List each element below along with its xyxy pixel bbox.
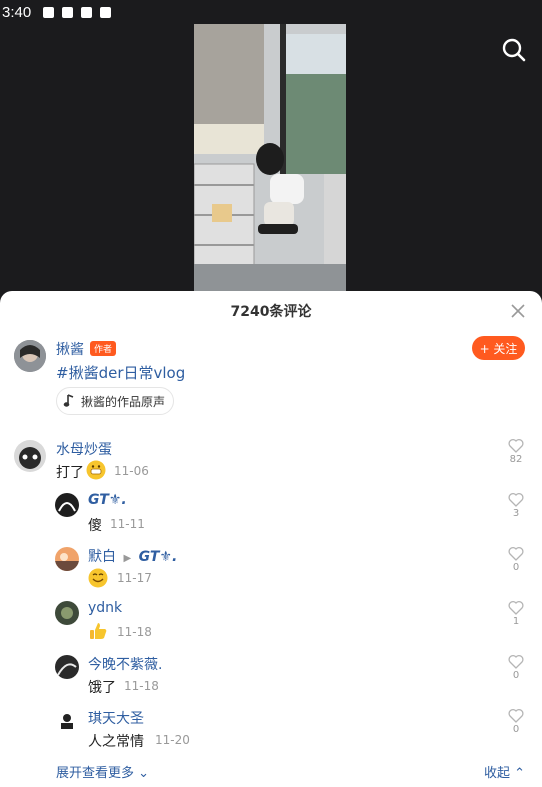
commenter-avatar[interactable] [14,440,46,472]
like-count: 0 [512,724,520,735]
reply-like-button[interactable]: 0 [502,708,530,735]
reply-username[interactable]: ydnk [88,600,122,616]
collapse-link[interactable]: 收起 ⌃ [484,762,525,781]
folder-icon [81,6,93,18]
close-icon[interactable] [508,301,528,321]
follow-button[interactable]: + 关注 [472,336,525,360]
comment-like-button[interactable]: 82 [502,438,530,465]
status-icons [43,6,112,18]
reply-text: 人之常情 [88,734,144,750]
author-avatar[interactable] [14,340,46,372]
heart-icon [508,708,524,723]
smiling-emoji [88,568,108,588]
search-icon[interactable] [500,36,528,64]
video-player[interactable] [194,24,346,292]
heart-icon [508,438,524,453]
thumbs-up-emoji [88,621,108,641]
reply-like-button[interactable]: 0 [502,546,530,573]
heart-icon [508,546,524,561]
comment-date: 11-06 [114,464,149,478]
expand-more-link[interactable]: 展开查看更多 ⌄ [56,762,149,781]
author-name-row[interactable]: 揪酱 作者 [56,339,117,359]
like-count: 0 [512,562,520,573]
like-count: 0 [512,670,520,681]
reply-username[interactable]: 默白 [88,549,116,565]
reply-username-row[interactable]: 默白 ▶ GT⚜. [88,546,177,566]
status-bar: 3:40 [0,0,542,24]
status-time: 3:40 [2,3,32,21]
hashtag-link[interactable]: #揪酱der日常vlog [56,362,185,383]
reply-like-button[interactable]: 1 [502,600,530,627]
reply-avatar[interactable] [55,709,79,733]
music-note-icon [63,394,74,407]
reply-to-username[interactable]: GT⚜. [139,549,178,565]
reply-avatar[interactable] [55,655,79,679]
heart-icon [508,600,524,615]
chevron-down-icon: ⌄ [138,766,150,781]
reply-like-button[interactable]: 3 [502,492,530,519]
reply-avatar[interactable] [55,547,79,571]
reply-date: 11-18 [124,679,159,693]
reply-username[interactable]: GT⚜. [88,492,127,508]
comment-count: 7240条评论 [230,304,312,320]
reply-date: 11-11 [110,517,145,531]
chevron-up-icon: ⌃ [514,766,526,781]
like-count: 3 [512,508,520,519]
reply-username[interactable]: 琪天大圣 [88,708,144,728]
reply-like-button[interactable]: 0 [502,654,530,681]
sheet-header: 7240条评论 [0,291,542,331]
commenter-name[interactable]: 水母炒蛋 [56,439,112,459]
like-count: 82 [509,454,523,465]
reply-username[interactable]: 今晚不紫薇. [88,654,162,674]
author-name[interactable]: 揪酱 [56,342,84,358]
music-label: 揪酱的作品原声 [81,394,166,409]
grinning-emoji [86,460,106,480]
shield-icon [62,6,74,18]
collapse-label: 收起 [484,766,511,781]
reply-date: 11-18 [117,625,152,639]
bag-icon [100,6,112,18]
reply-date: 11-20 [155,733,190,747]
reply-arrow-icon: ▶ [123,553,132,564]
music-chip[interactable]: 揪酱的作品原声 [56,387,175,415]
reply-avatar[interactable] [55,493,79,517]
reply-avatar[interactable] [55,601,79,625]
author-badge: 作者 [90,341,117,356]
reply-text: 饿了 [88,680,116,696]
heart-icon [508,492,524,507]
heart-icon [508,654,524,669]
reply-date: 11-17 [117,571,152,585]
expand-more-label: 展开查看更多 [56,766,135,781]
comment-text: 打了 [56,465,84,481]
reply-text: 傻 [88,518,102,534]
like-count: 1 [512,616,520,627]
notification-icon [43,6,55,18]
